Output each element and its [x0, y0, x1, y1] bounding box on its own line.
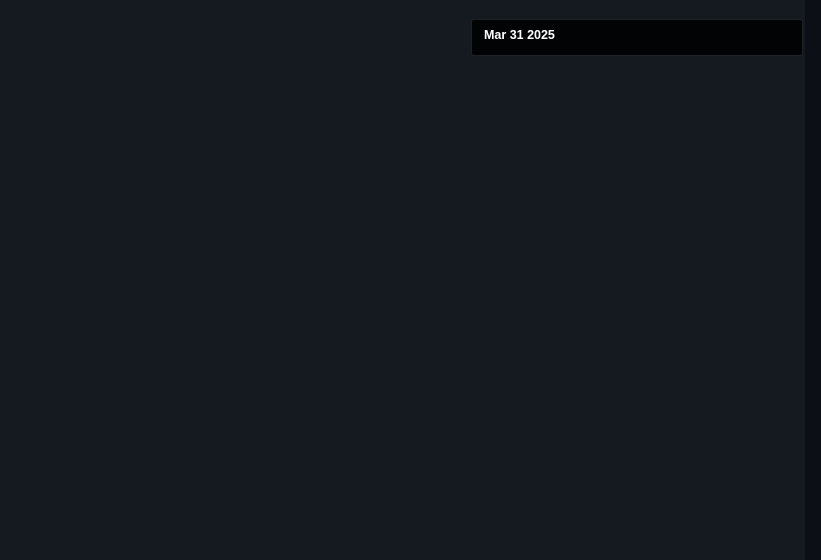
right-margin-strip	[805, 0, 821, 560]
tooltip-date: Mar 31 2025	[484, 28, 555, 42]
chart-tooltip: Mar 31 2025	[472, 20, 802, 55]
cashflow-history-chart[interactable]	[0, 0, 821, 560]
